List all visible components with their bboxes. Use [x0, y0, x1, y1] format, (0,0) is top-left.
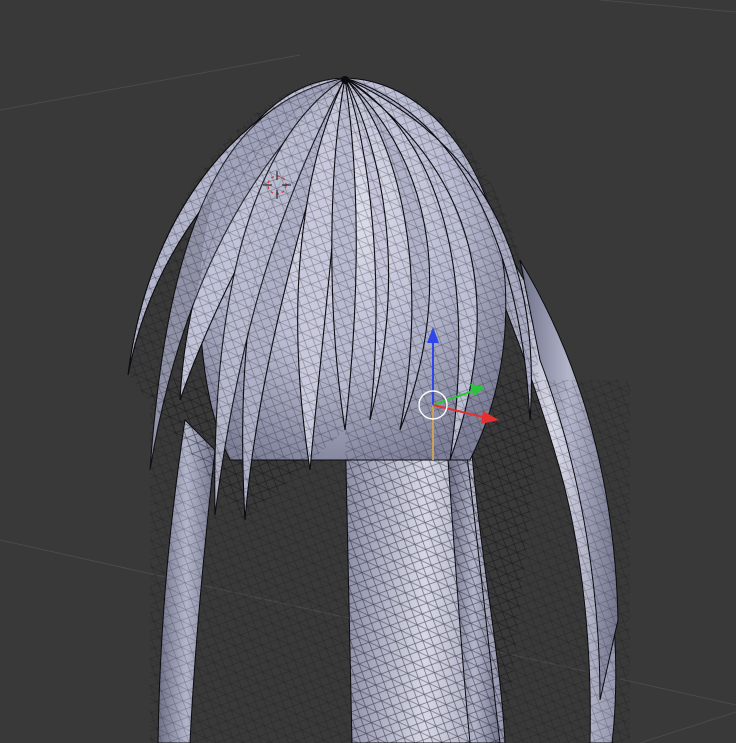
crown-vertex — [341, 76, 349, 84]
3d-viewport[interactable] — [0, 0, 736, 743]
hair-mesh[interactable] — [127, 76, 630, 743]
